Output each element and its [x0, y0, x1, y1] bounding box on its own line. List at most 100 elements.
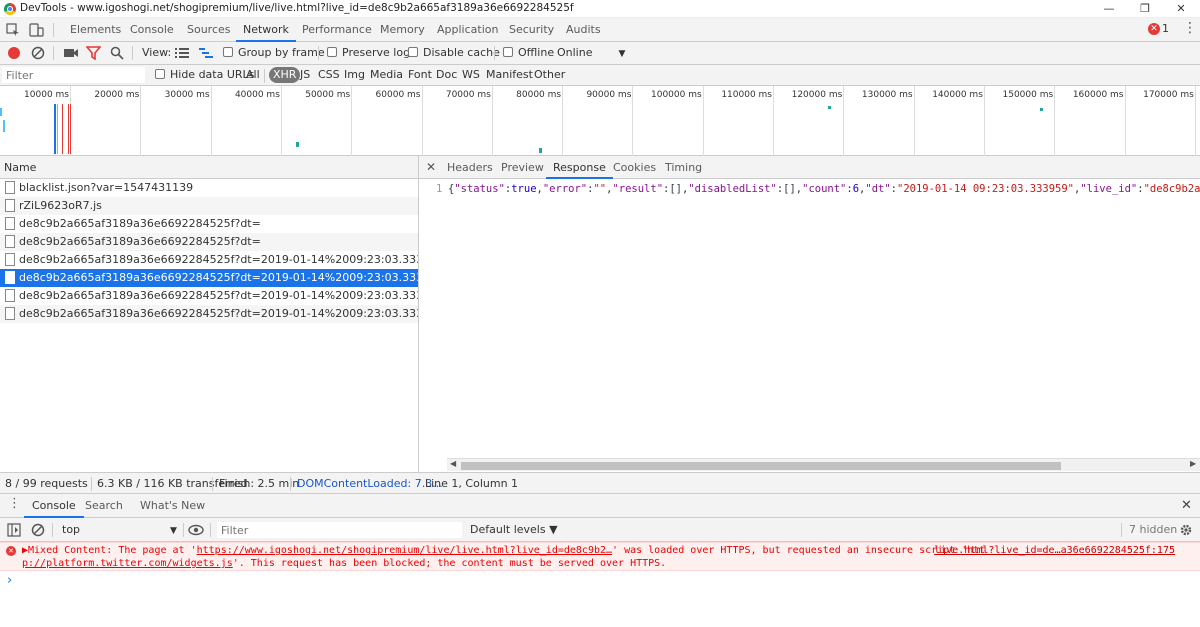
chrome-logo-icon — [4, 3, 16, 15]
document-icon — [5, 271, 15, 284]
load-marker — [62, 104, 63, 154]
group-by-frame-label: Group by frame — [238, 46, 325, 59]
drawer-menu-icon[interactable]: ⋮ — [8, 497, 21, 511]
request-row[interactable]: de8c9b2a665af3189a36e6692284525f?dt=2019… — [0, 287, 418, 305]
devtools-tabbar: Elements Console Sources Network Perform… — [0, 18, 1200, 42]
request-detail-panel: ✕ Headers Preview Response Cookies Timin… — [419, 156, 1200, 472]
throttle-select[interactable]: Online ▼ — [557, 42, 625, 64]
console-filter-input[interactable] — [217, 522, 462, 538]
tab-security[interactable]: Security — [509, 18, 554, 42]
document-icon — [5, 199, 15, 212]
request-row[interactable]: rZiL9623oR7.js — [0, 197, 418, 215]
script-url-link-continued[interactable]: p://platform.twitter.com/widgets.js — [22, 558, 233, 569]
name-column-header[interactable]: Name — [0, 156, 418, 179]
type-filter-ws[interactable]: WS — [462, 64, 480, 86]
scroll-right-icon[interactable]: ▶ — [1190, 459, 1196, 468]
tab-elements[interactable]: Elements — [70, 18, 121, 42]
device-toolbar-icon[interactable] — [28, 22, 44, 38]
disable-cache-checkbox[interactable]: Disable cache — [408, 42, 500, 64]
tab-application[interactable]: Application — [437, 18, 498, 42]
line-number: 1 — [436, 183, 443, 195]
tab-headers[interactable]: Headers — [447, 156, 493, 179]
filter-input[interactable] — [2, 67, 145, 83]
offline-checkbox[interactable]: Offline — [503, 42, 554, 64]
screenshot-camera-icon[interactable] — [63, 47, 79, 59]
type-filter-js[interactable]: JS — [300, 64, 310, 86]
context-select[interactable]: top ▼ — [62, 519, 177, 541]
horizontal-scrollbar[interactable]: ◀ ▶ — [447, 458, 1200, 471]
request-row[interactable]: de8c9b2a665af3189a36e6692284525f?dt= — [0, 215, 418, 233]
maximize-button[interactable]: ❐ — [1128, 0, 1162, 18]
eye-icon[interactable] — [188, 524, 204, 536]
response-token: "live_id" — [1080, 183, 1138, 195]
prompt-chevron-icon: › — [7, 573, 13, 588]
page-url-link[interactable]: https://www.igoshogi.net/shogipremium/li… — [197, 545, 612, 556]
disable-cache-label: Disable cache — [423, 46, 500, 59]
response-body[interactable]: 1 {"status":true,"error":"","result":[],… — [419, 183, 1200, 197]
request-list: Name blacklist.json?var=1547431139 rZiL96… — [0, 156, 419, 472]
tab-cookies[interactable]: Cookies — [613, 156, 656, 179]
drawer-tab-whats-new[interactable]: What's New — [140, 494, 205, 518]
context-value: top — [62, 523, 81, 536]
tab-console[interactable]: Console — [130, 18, 174, 42]
scrollbar-thumb[interactable] — [461, 462, 1061, 470]
type-filter-font[interactable]: Font — [408, 64, 432, 86]
request-name: de8c9b2a665af3189a36e6692284525f?dt=2019… — [19, 289, 418, 302]
hide-data-urls-checkbox[interactable]: Hide data URLs — [155, 64, 254, 86]
type-filter-media[interactable]: Media — [370, 64, 403, 86]
divider — [52, 523, 53, 537]
scroll-left-icon[interactable]: ◀ — [450, 459, 456, 468]
drawer-tab-search[interactable]: Search — [85, 494, 123, 518]
response-token: "" — [593, 183, 607, 195]
tab-timing[interactable]: Timing — [665, 156, 702, 179]
large-rows-icon[interactable] — [175, 48, 189, 58]
divider — [494, 46, 495, 60]
inspect-element-icon[interactable] — [6, 23, 20, 37]
group-by-frame-checkbox[interactable]: Group by frame — [223, 42, 325, 64]
document-icon — [5, 181, 15, 194]
drawer-tab-console[interactable]: Console — [24, 494, 84, 518]
log-levels-select[interactable]: Default levels ▼ — [470, 519, 558, 541]
record-icon[interactable] — [8, 47, 20, 59]
request-row[interactable]: de8c9b2a665af3189a36e6692284525f?dt=2019… — [0, 305, 418, 323]
console-prompt[interactable]: › — [0, 571, 1200, 627]
tab-memory[interactable]: Memory — [380, 18, 425, 42]
request-row[interactable]: de8c9b2a665af3189a36e6692284525f?dt= — [0, 233, 418, 251]
document-icon — [5, 307, 15, 320]
more-menu-icon[interactable]: ⋮ — [1183, 21, 1197, 35]
close-window-button[interactable]: ✕ — [1164, 0, 1198, 18]
type-filter-other[interactable]: Other — [534, 64, 565, 86]
type-filter-doc[interactable]: Doc — [436, 64, 457, 86]
type-filter-css[interactable]: CSS — [318, 64, 340, 86]
waterfall-overview-icon[interactable] — [199, 48, 213, 58]
tab-network[interactable]: Network — [236, 18, 296, 42]
detail-tabbar: ✕ Headers Preview Response Cookies Timin… — [419, 156, 1200, 179]
close-drawer-icon[interactable]: ✕ — [1181, 494, 1192, 518]
tab-preview[interactable]: Preview — [501, 156, 544, 179]
timeline-overview[interactable]: 10000 ms 20000 ms 30000 ms 40000 ms 50000 ms… — [0, 86, 1200, 156]
type-filter-all[interactable]: All — [246, 64, 260, 86]
filter-funnel-icon[interactable] — [86, 46, 101, 60]
tab-response[interactable]: Response — [546, 156, 613, 179]
finish-time: Finish: 2.5 min — [219, 477, 300, 490]
request-row[interactable]: de8c9b2a665af3189a36e6692284525f?dt=2019… — [0, 269, 418, 287]
tab-sources[interactable]: Sources — [187, 18, 231, 42]
clear-icon[interactable] — [31, 46, 45, 60]
tab-performance[interactable]: Performance — [302, 18, 372, 42]
preserve-log-checkbox[interactable]: Preserve log — [327, 42, 410, 64]
request-row[interactable]: de8c9b2a665af3189a36e6692284525f?dt=2019… — [0, 251, 418, 269]
tab-audits[interactable]: Audits — [566, 18, 601, 42]
type-filter-xhr[interactable]: XHR — [269, 67, 301, 83]
gear-icon[interactable] — [1179, 523, 1193, 537]
request-row[interactable]: blacklist.json?var=1547431139 — [0, 179, 418, 197]
minimize-button[interactable]: — — [1092, 0, 1126, 18]
search-icon[interactable] — [110, 46, 124, 60]
dom-loaded-marker — [54, 104, 56, 154]
close-detail-icon[interactable]: ✕ — [426, 156, 436, 179]
clear-console-icon[interactable] — [31, 523, 45, 537]
sidebar-toggle-icon[interactable] — [7, 523, 21, 537]
error-badge-icon[interactable]: ✕ — [1148, 23, 1160, 35]
type-filter-manifest[interactable]: Manifest — [486, 64, 533, 86]
error-source-link[interactable]: live.html?live_id=de…a36e6692284525f:175 — [934, 545, 1175, 556]
type-filter-img[interactable]: Img — [344, 64, 365, 86]
